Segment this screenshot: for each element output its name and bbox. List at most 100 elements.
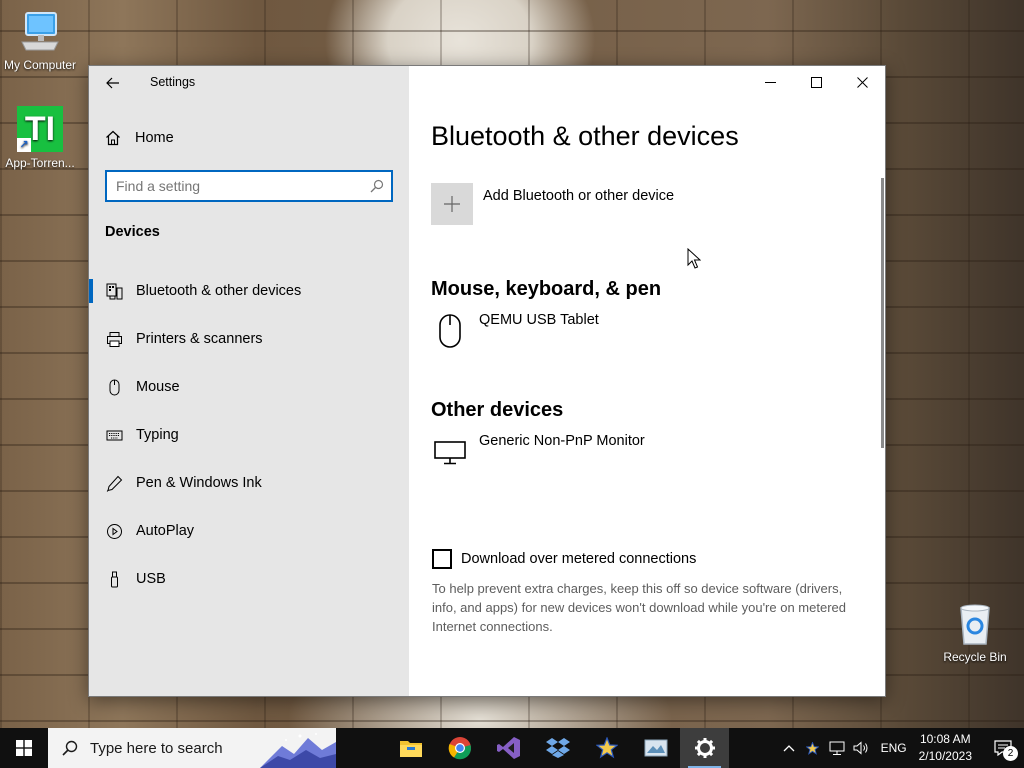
find-setting-search-box[interactable]: [105, 170, 393, 202]
nav-section-title: Devices: [105, 224, 160, 240]
nav-item-label: Printers & scanners: [136, 331, 263, 347]
notification-count-badge: 2: [1003, 746, 1018, 761]
taskbar-file-explorer[interactable]: [386, 728, 435, 768]
tray-star-icon[interactable]: [801, 741, 825, 755]
minimize-icon: [764, 81, 776, 83]
pen-icon: [105, 474, 123, 492]
group-title-other-devices: Other devices: [431, 399, 564, 421]
torrent-app-icon: TI ↗: [17, 106, 63, 152]
plus-icon: [444, 196, 460, 212]
desktop-icon-label: Recycle Bin: [943, 650, 1007, 664]
nav-item-usb[interactable]: USB: [89, 555, 409, 603]
taskbar-photos-app[interactable]: [631, 728, 680, 768]
nav-item-bluetooth-devices[interactable]: Bluetooth & other devices: [89, 267, 409, 315]
mouse-pointer-icon: [687, 248, 701, 269]
find-setting-input[interactable]: [107, 172, 363, 200]
nav-item-pen-windows-ink[interactable]: Pen & Windows Ink: [89, 459, 409, 507]
computer-icon: [21, 12, 59, 51]
settings-window: Settings Home Devices Bluetooth & other …: [88, 65, 886, 697]
clock-date: 2/10/2023: [918, 749, 972, 763]
maximize-icon: [810, 76, 822, 88]
bluetooth-devices-icon: [105, 282, 123, 300]
star-app-icon: [595, 737, 618, 759]
search-icon: [62, 740, 78, 756]
device-name: QEMU USB Tablet: [479, 312, 599, 328]
taskbar-clock[interactable]: 10:08 AM 2/10/2023: [919, 731, 972, 765]
taskbar-settings[interactable]: [680, 728, 729, 768]
add-device-label: Add Bluetooth or other device: [483, 188, 675, 204]
taskbar: Type here to search ENG 10:08 AM 2/10/20…: [0, 728, 1024, 768]
desktop-icon-recycle-bin[interactable]: Recycle Bin: [935, 602, 1015, 664]
mouse-icon: [105, 378, 123, 396]
clock-time: 10:08 AM: [919, 732, 971, 746]
monitor-icon: [431, 433, 469, 471]
action-center-button[interactable]: 2: [982, 728, 1024, 768]
nav-item-label: Pen & Windows Ink: [136, 475, 262, 491]
metered-connections-toggle[interactable]: Download over metered connections: [432, 549, 696, 569]
back-button[interactable]: [99, 72, 127, 94]
file-explorer-icon: [399, 741, 422, 757]
title-bar[interactable]: Settings: [89, 66, 409, 98]
settings-content-pane: Bluetooth & other devices Add Bluetooth …: [409, 66, 885, 696]
nav-item-label: Typing: [136, 427, 179, 443]
desktop-icon-app-torrent[interactable]: TI ↗ App-Torren...: [0, 106, 80, 170]
visual-studio-icon: [496, 737, 520, 759]
device-qemu-usb-tablet[interactable]: QEMU USB Tablet: [431, 312, 599, 350]
home-icon: [106, 130, 120, 146]
taskbar-search-placeholder: Type here to search: [90, 739, 223, 757]
taskbar-search-box[interactable]: Type here to search: [48, 728, 336, 768]
nav-item-typing[interactable]: Typing: [89, 411, 409, 459]
windows-logo-icon: [16, 740, 32, 756]
start-button[interactable]: [0, 728, 48, 768]
taskbar-visual-studio[interactable]: [484, 728, 533, 768]
group-title-mouse-keyboard-pen: Mouse, keyboard, & pen: [431, 278, 662, 300]
minimize-button[interactable]: [747, 66, 793, 98]
taskbar-star-app[interactable]: [582, 728, 631, 768]
printer-icon: [105, 330, 123, 348]
home-nav-item[interactable]: Home: [105, 130, 174, 146]
nav-item-label: Bluetooth & other devices: [136, 283, 302, 299]
nav-item-mouse[interactable]: Mouse: [89, 363, 409, 411]
photos-app-icon: [644, 739, 667, 757]
taskbar-chrome[interactable]: [435, 728, 484, 768]
desktop-icon-my-computer[interactable]: My Computer: [0, 10, 80, 72]
nav-item-autoplay[interactable]: AutoPlay: [89, 507, 409, 555]
home-label: Home: [135, 130, 174, 146]
desktop-icon-label: App-Torren...: [5, 156, 75, 170]
nav-list: Bluetooth & other devices Printers & sca…: [89, 267, 409, 603]
nav-item-label: Mouse: [136, 379, 180, 395]
input-language-indicator[interactable]: ENG: [881, 741, 907, 755]
search-icon[interactable]: [363, 179, 391, 193]
keyboard-icon: [105, 426, 123, 444]
page-title: Bluetooth & other devices: [431, 121, 739, 151]
nav-item-printers-scanners[interactable]: Printers & scanners: [89, 315, 409, 363]
search-highlight-art-icon: [260, 733, 336, 768]
system-tray: ENG 10:08 AM 2/10/2023 2: [777, 728, 1024, 768]
close-button[interactable]: [839, 66, 885, 98]
window-controls: [747, 66, 885, 98]
mouse-icon: [431, 312, 469, 350]
device-generic-monitor[interactable]: Generic Non-PnP Monitor: [431, 433, 645, 471]
network-icon[interactable]: [825, 741, 849, 755]
desktop-icon-label: My Computer: [3, 58, 77, 72]
settings-gear-icon: [694, 738, 715, 758]
metered-checkbox[interactable]: [432, 549, 452, 569]
taskbar-dropbox[interactable]: [533, 728, 582, 768]
shortcut-arrow-icon: ↗: [17, 138, 31, 152]
content-scrollbar[interactable]: [881, 178, 884, 448]
maximize-button[interactable]: [793, 66, 839, 98]
back-arrow-icon: [106, 77, 119, 89]
autoplay-icon: [105, 522, 123, 540]
settings-nav-pane: Settings Home Devices Bluetooth & other …: [89, 66, 409, 696]
nav-item-label: AutoPlay: [136, 523, 195, 539]
metered-label: Download over metered connections: [461, 551, 697, 567]
add-tile: [431, 183, 473, 225]
window-title: Settings: [150, 75, 196, 89]
recycle-bin-icon: [960, 604, 990, 645]
metered-help-text: To help prevent extra charges, keep this…: [432, 581, 846, 634]
add-device-button[interactable]: Add Bluetooth or other device: [431, 183, 674, 225]
close-icon: [856, 76, 868, 88]
tray-overflow-chevron-icon[interactable]: [777, 744, 801, 752]
device-name: Generic Non-PnP Monitor: [479, 433, 645, 449]
volume-icon[interactable]: [849, 741, 873, 755]
